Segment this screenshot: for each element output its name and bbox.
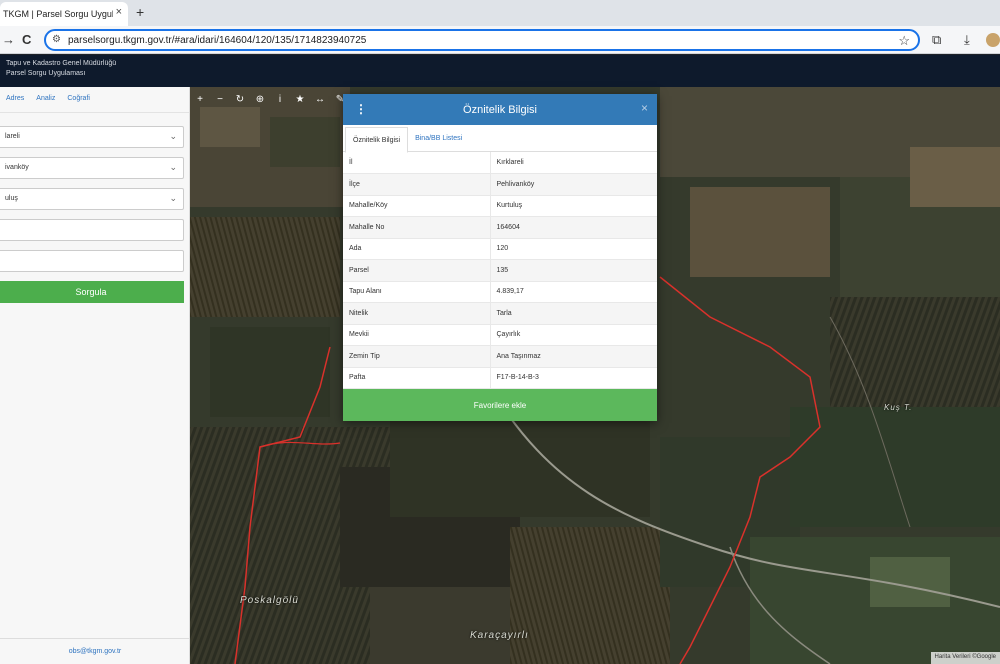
attribute-dialog: ⋮ Öznitelik Bilgisi × Öznitelik Bilgisi …: [343, 94, 657, 421]
neighborhood-value: uluş: [5, 195, 18, 202]
tab-analiz[interactable]: Analiz: [36, 95, 55, 104]
search-sidebar: Adres Analiz Coğrafi lareli ⌄ ivanköy ⌄ …: [0, 87, 190, 664]
favorite-star-icon[interactable]: ★: [290, 90, 310, 108]
new-tab-icon[interactable]: +: [136, 4, 144, 20]
measure-icon[interactable]: ↔: [310, 90, 330, 108]
attribute-value: 135: [490, 259, 657, 282]
attribute-value: Çayırlık: [490, 324, 657, 346]
table-row: Zemin Tip Ana Taşınmaz: [343, 345, 657, 368]
table-row: Mahalle/Köy Kurtuluş: [343, 195, 657, 217]
refresh-icon[interactable]: ↻: [230, 90, 250, 108]
block-input[interactable]: [0, 219, 184, 241]
attribute-key: Zemin Tip: [343, 345, 491, 368]
dialog-tabs: Öznitelik Bilgisi Bina/BB Listesi: [343, 125, 657, 153]
attribute-value: Pehlivanköy: [490, 173, 657, 196]
dialog-header: ⋮ Öznitelik Bilgisi ×: [343, 94, 657, 125]
parcel-input[interactable]: [0, 250, 184, 272]
attribute-key: Pafta: [343, 367, 491, 389]
attribute-table: İl Kırklareli İlçe Pehlivanköy Mahalle/Köy Ku…: [343, 152, 657, 389]
info-icon[interactable]: i: [270, 90, 290, 108]
browser-tab-bar: TKGM | Parsel Sorgu Uygulam × +: [0, 0, 1000, 26]
table-row: Tapu Alanı 4.839,17: [343, 281, 657, 303]
attribute-key: Parsel: [343, 259, 491, 282]
app-name: Parsel Sorgu Uygulaması: [6, 70, 86, 77]
attribute-value: 4.839,17: [490, 281, 657, 303]
map-label-karacayirli: Karaçayırlı: [470, 630, 529, 641]
chevron-down-icon: ⌄: [169, 162, 177, 172]
tab-cografi[interactable]: Coğrafi: [67, 95, 90, 104]
province-value: lareli: [5, 133, 20, 140]
province-select[interactable]: lareli ⌄: [0, 126, 184, 148]
attribute-value: Tarla: [490, 302, 657, 325]
add-to-favorites-button[interactable]: Favorilere ekle: [343, 389, 657, 421]
sidebar-footer: obs@tkgm.gov.tr: [0, 638, 190, 664]
tab-attribute-info[interactable]: Öznitelik Bilgisi: [345, 127, 409, 153]
query-button[interactable]: Sorgula: [0, 281, 184, 303]
attribute-key: İlçe: [343, 173, 491, 196]
attribute-key: İl: [343, 152, 491, 174]
locate-icon[interactable]: ⊕: [250, 90, 270, 108]
sidebar-tabs: Adres Analiz Coğrafi: [0, 87, 189, 113]
district-select[interactable]: ivanköy ⌄: [0, 157, 184, 179]
map-attribution: Harita Verileri ©Google: [930, 652, 1000, 664]
attribute-key: Mahalle/Köy: [343, 195, 491, 217]
reload-icon[interactable]: C: [22, 32, 31, 47]
district-value: ivanköy: [5, 164, 29, 171]
attribute-value: Ana Taşınmaz: [490, 345, 657, 368]
site-info-icon[interactable]: ⚙: [52, 34, 61, 45]
org-name: Tapu ve Kadastro Genel Müdürlüğü: [6, 60, 117, 67]
dialog-title: Öznitelik Bilgisi: [463, 103, 537, 116]
browser-tab[interactable]: TKGM | Parsel Sorgu Uygulam ×: [0, 2, 128, 26]
map-label-poskalgolu: Poskalgölü: [240, 595, 299, 606]
table-row: Mevkii Çayırlık: [343, 324, 657, 346]
table-row: İlçe Pehlivanköy: [343, 173, 657, 196]
neighborhood-select[interactable]: uluş ⌄: [0, 188, 184, 210]
table-row: Parsel 135: [343, 259, 657, 282]
tab-title: TKGM | Parsel Sorgu Uygulam: [3, 9, 113, 19]
zoom-out-icon[interactable]: −: [210, 90, 230, 108]
tab-building-list[interactable]: Bina/BB Listesi: [408, 125, 469, 151]
profile-avatar[interactable]: [986, 33, 1000, 47]
download-icon[interactable]: ⤓: [964, 32, 970, 48]
attribute-key: Mahalle No: [343, 216, 491, 239]
attribute-value: Kırklareli: [490, 152, 657, 174]
tab-adres[interactable]: Adres: [6, 95, 24, 104]
attribute-value: Kurtuluş: [490, 195, 657, 217]
table-row: Nitelik Tarla: [343, 302, 657, 325]
map-label-kus: Kuş T.: [884, 403, 913, 412]
table-row: İl Kırklareli: [343, 152, 657, 174]
table-row: Mahalle No 164604: [343, 216, 657, 239]
zoom-in-icon[interactable]: +: [190, 90, 210, 108]
address-bar-row: → C ⚙ parselsorgu.tkgm.gov.tr/#ara/idari…: [0, 26, 1000, 54]
forward-icon[interactable]: →: [2, 32, 15, 47]
url-text: parselsorgu.tkgm.gov.tr/#ara/idari/16460…: [68, 34, 367, 46]
chevron-down-icon: ⌄: [169, 193, 177, 203]
bookmark-star-icon[interactable]: ☆: [898, 33, 910, 49]
dialog-menu-icon[interactable]: ⋮: [355, 102, 367, 116]
tab-close-icon[interactable]: ×: [116, 6, 122, 18]
url-input[interactable]: ⚙ parselsorgu.tkgm.gov.tr/#ara/idari/164…: [44, 29, 920, 51]
chevron-down-icon: ⌄: [169, 131, 177, 141]
attribute-key: Mevkii: [343, 324, 491, 346]
app-header: Tapu ve Kadastro Genel Müdürlüğü Parsel …: [0, 55, 1000, 87]
attribute-value: 164604: [490, 216, 657, 239]
extensions-icon[interactable]: ⧉: [932, 32, 941, 48]
attribute-value: F17-B-14-B-3: [490, 367, 657, 389]
attribute-key: Ada: [343, 238, 491, 260]
map-toolbar: + − ↻ ⊕ i ★ ↔ ✎: [190, 90, 350, 108]
close-icon[interactable]: ×: [641, 101, 648, 115]
contact-email-link[interactable]: obs@tkgm.gov.tr: [69, 648, 122, 655]
table-row: Ada 120: [343, 238, 657, 260]
attribute-key: Tapu Alanı: [343, 281, 491, 303]
attribute-value: 120: [490, 238, 657, 260]
attribute-key: Nitelik: [343, 302, 491, 325]
table-row: Pafta F17-B-14-B-3: [343, 367, 657, 389]
